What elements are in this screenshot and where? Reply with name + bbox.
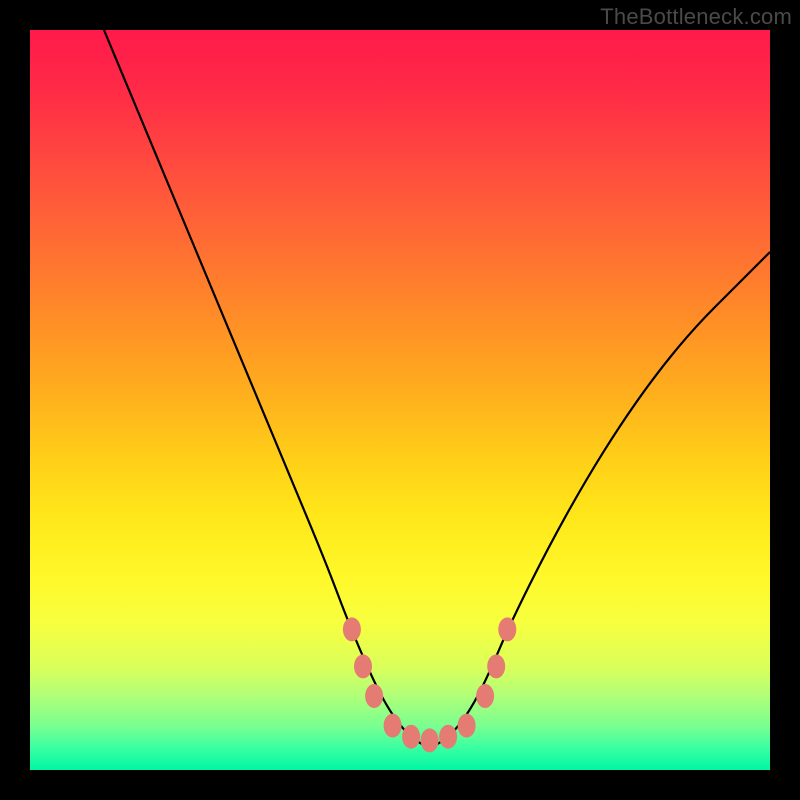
bead xyxy=(343,617,361,641)
curve-layer xyxy=(30,30,770,770)
bead xyxy=(354,654,372,678)
bead xyxy=(498,617,516,641)
bottleneck-curve xyxy=(104,30,770,746)
bead-cluster xyxy=(343,617,516,752)
plot-area xyxy=(30,30,770,770)
chart-frame: TheBottleneck.com xyxy=(0,0,800,800)
bead xyxy=(384,714,402,738)
bead xyxy=(458,714,476,738)
bead xyxy=(476,684,494,708)
bead xyxy=(487,654,505,678)
watermark-text: TheBottleneck.com xyxy=(600,4,792,30)
bead xyxy=(402,725,420,749)
bead xyxy=(439,725,457,749)
bead xyxy=(365,684,383,708)
bead xyxy=(421,728,439,752)
